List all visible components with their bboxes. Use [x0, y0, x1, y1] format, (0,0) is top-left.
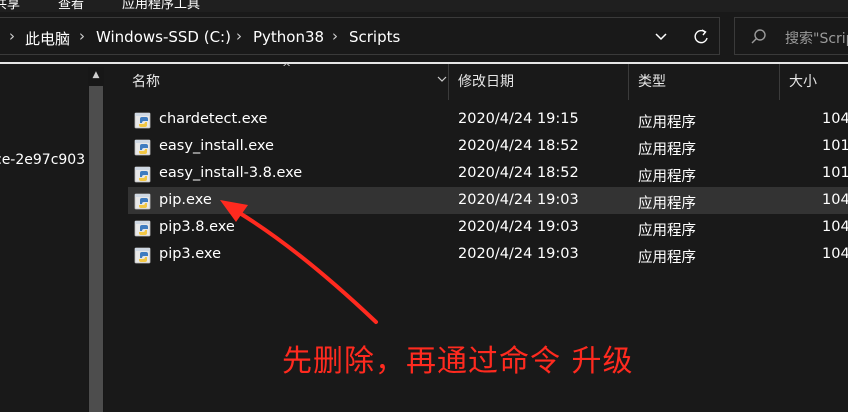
chevron-right-icon[interactable]: › [236, 27, 242, 45]
file-date: 2020/4/24 18:52 [458, 165, 579, 181]
file-date: 2020/4/24 18:52 [458, 138, 579, 154]
ribbon-tab-view[interactable]: 查看 [58, 0, 84, 12]
python-exe-icon [134, 110, 153, 129]
ribbon-tabs: 共享 查看 应用程序工具 [0, 0, 848, 12]
chevron-right-icon[interactable]: › [79, 27, 85, 45]
file-date: 2020/4/24 19:15 [458, 111, 579, 127]
file-type: 应用程序 [638, 196, 696, 212]
breadcrumb-scripts[interactable]: Scripts [349, 28, 400, 46]
python-exe-icon [134, 245, 153, 264]
file-row[interactable]: pip3.exe 2020/4/24 19:03 应用程序 104 [128, 241, 848, 268]
python-exe-icon [134, 218, 153, 237]
ribbon-tab-share[interactable]: 共享 [0, 0, 20, 12]
chevron-right-icon[interactable]: › [9, 27, 15, 45]
search-box[interactable]: 搜索"Scripts" [734, 17, 848, 55]
column-header-name[interactable]: 名称 [132, 64, 160, 100]
column-header-date[interactable]: 修改日期 [458, 64, 514, 100]
file-row[interactable]: easy_install-3.8.exe 2020/4/24 18:52 应用程… [128, 160, 848, 187]
file-date: 2020/4/24 19:03 [458, 219, 579, 235]
file-name: pip.exe [159, 192, 212, 208]
column-header-size[interactable]: 大小 [789, 64, 817, 100]
file-name: easy_install-3.8.exe [159, 165, 303, 181]
column-divider[interactable] [628, 64, 629, 100]
annotation-text: 先删除，再通过命令 升级 [282, 344, 634, 379]
breadcrumb-drive[interactable]: Windows-SSD (C:) [96, 28, 231, 46]
search-icon [749, 27, 769, 47]
file-row[interactable]: pip3.8.exe 2020/4/24 19:03 应用程序 104 [128, 214, 848, 241]
column-divider[interactable] [448, 64, 449, 100]
column-headers: ^ 名称 修改日期 类型 大小 [108, 61, 848, 100]
search-input[interactable]: 搜索"Scripts" [785, 28, 848, 48]
file-name: easy_install.exe [159, 138, 274, 154]
scroll-up-icon[interactable]: ▲ [88, 67, 104, 83]
file-type: 应用程序 [638, 115, 696, 131]
file-name: pip3.exe [159, 246, 221, 262]
file-type: 应用程序 [638, 142, 696, 158]
file-name: chardetect.exe [159, 111, 268, 127]
scrollbar-thumb[interactable] [89, 86, 103, 412]
sort-ascending-icon: ^ [282, 61, 292, 74]
file-size: 104 [822, 192, 848, 208]
navigation-pane: ce-2e97c903 ▲ [0, 64, 108, 412]
chevron-down-icon[interactable] [436, 74, 448, 84]
file-row[interactable]: easy_install.exe 2020/4/24 18:52 应用程序 10… [128, 133, 848, 160]
file-type: 应用程序 [638, 250, 696, 266]
python-exe-icon [134, 191, 153, 210]
file-size: 104 [822, 111, 848, 127]
chevron-down-icon[interactable] [649, 27, 673, 47]
file-size: 101 [822, 138, 848, 154]
chevron-right-icon[interactable]: › [332, 27, 338, 45]
file-date: 2020/4/24 19:03 [458, 192, 579, 208]
file-size: 104 [822, 246, 848, 262]
python-exe-icon [134, 164, 153, 183]
column-divider[interactable] [779, 64, 780, 100]
python-exe-icon [134, 137, 153, 156]
file-date: 2020/4/24 19:03 [458, 246, 579, 262]
file-name: pip3.8.exe [159, 219, 235, 235]
breadcrumb-this-pc[interactable]: 此电脑 [25, 28, 70, 49]
file-size: 104 [822, 219, 848, 235]
column-header-type[interactable]: 类型 [638, 64, 666, 100]
address-bar[interactable]: › 此电脑 › Windows-SSD (C:) › Python38 › Sc… [0, 17, 720, 55]
ribbon-tab-app-tools[interactable]: 应用程序工具 [122, 0, 200, 12]
file-type: 应用程序 [638, 169, 696, 185]
file-row[interactable]: chardetect.exe 2020/4/24 19:15 应用程序 104 [128, 106, 848, 133]
refresh-icon[interactable] [687, 26, 715, 48]
nav-item[interactable]: ce-2e97c903 [0, 152, 85, 168]
file-size: 101 [822, 165, 848, 181]
file-type: 应用程序 [638, 223, 696, 239]
file-row-selected[interactable]: pip.exe 2020/4/24 19:03 应用程序 104 [128, 187, 848, 214]
breadcrumb-python38[interactable]: Python38 [253, 28, 324, 46]
